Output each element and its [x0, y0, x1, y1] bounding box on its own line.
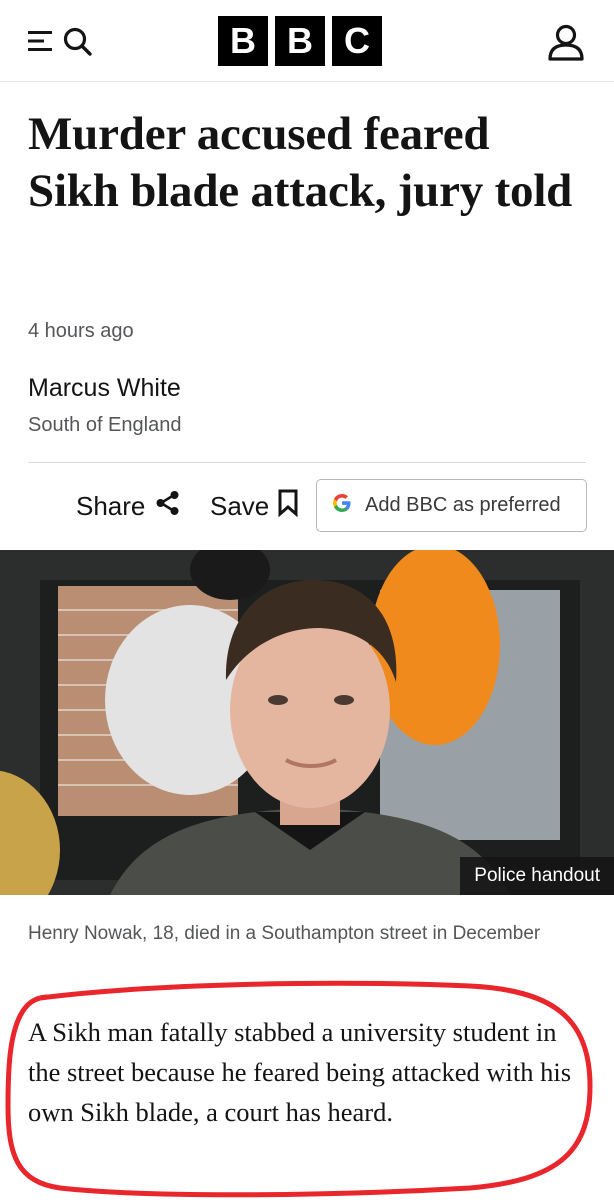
image-caption: Henry Nowak, 18, died in a Southampton s… — [28, 923, 541, 944]
preferred-label: Add BBC as preferred — [365, 494, 561, 516]
bbc-logo[interactable]: B B C — [218, 16, 382, 66]
logo-letter: B — [275, 16, 325, 66]
share-icon — [155, 490, 181, 523]
logo-letter: C — [332, 16, 382, 66]
share-button[interactable]: Share — [76, 486, 181, 526]
article-timestamp: 4 hours ago — [28, 320, 134, 342]
menu-icon — [28, 29, 58, 58]
add-preferred-source-button[interactable]: Add BBC as preferred — [316, 479, 587, 532]
save-button[interactable]: Save — [210, 486, 299, 526]
share-label: Share — [76, 490, 146, 521]
search-icon — [62, 25, 94, 62]
article-photo: Police handout — [0, 550, 614, 895]
logo-letter: B — [218, 16, 268, 66]
menu-search-button[interactable] — [28, 26, 100, 60]
article-headline: Murder accused feared Sikh blade attack,… — [28, 108, 573, 217]
author-name[interactable]: Marcus White — [28, 374, 181, 403]
user-account-icon[interactable] — [546, 22, 586, 62]
divider — [28, 462, 586, 463]
article-lead-paragraph: A Sikh man fatally stabbed a university … — [28, 1017, 572, 1127]
bookmark-icon — [277, 489, 299, 524]
top-navigation-bar: B B C — [0, 0, 614, 82]
image-credit: Police handout — [460, 857, 614, 895]
save-label: Save — [210, 490, 270, 521]
author-region: South of England — [28, 414, 182, 436]
google-icon — [331, 492, 353, 520]
